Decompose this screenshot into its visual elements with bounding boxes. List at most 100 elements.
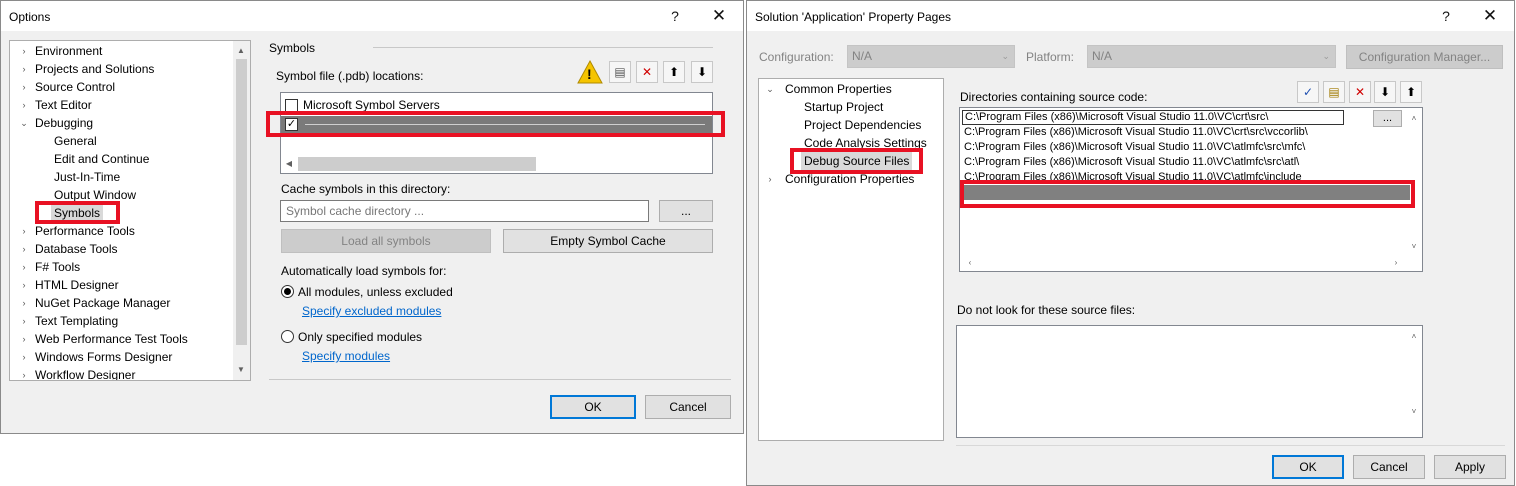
chevron-right-icon[interactable]: › <box>19 294 29 312</box>
scroll-left-icon[interactable]: ‹ <box>962 256 978 270</box>
specified-modules-label[interactable]: Only specified modules <box>298 330 422 344</box>
tree-item[interactable]: ⌄ Debugging <box>10 114 232 132</box>
platform-select[interactable]: N/A ⌄ <box>1087 45 1336 68</box>
tree-item[interactable]: › Environment <box>10 42 232 60</box>
directory-row[interactable]: C:\Program Files (x86)\Microsoft Visual … <box>964 155 1299 170</box>
directory-row[interactable]: C:\Program Files (x86)\Microsoft Visual … <box>964 140 1305 155</box>
apply-button[interactable]: Apply <box>1434 455 1506 479</box>
delete-icon[interactable]: ✕ <box>636 61 658 83</box>
tree-item[interactable]: › Database Tools <box>10 240 232 258</box>
tree-item[interactable]: › F# Tools <box>10 258 232 276</box>
help-button[interactable]: ? <box>662 6 688 26</box>
scroll-right-icon[interactable]: › <box>1388 256 1404 270</box>
tree-item[interactable]: General <box>10 132 232 150</box>
scroll-down-icon[interactable]: ˅ <box>1406 240 1422 254</box>
tree-item[interactable]: › Workflow Designer <box>10 366 232 380</box>
new-folder-icon[interactable]: ▤ <box>1323 81 1345 103</box>
chevron-right-icon[interactable]: › <box>765 170 775 188</box>
tree-item-label: F# Tools <box>35 260 81 274</box>
property-tree-item[interactable]: ⌄ Common Properties <box>759 80 943 98</box>
cancel-button[interactable]: Cancel <box>1353 455 1425 479</box>
cache-browse-button[interactable]: ... <box>659 200 713 222</box>
configuration-manager-button[interactable]: Configuration Manager... <box>1346 45 1503 69</box>
load-all-symbols-button[interactable]: Load all symbols <box>281 229 491 253</box>
tree-item-label: Web Performance Test Tools <box>35 332 188 346</box>
directory-row[interactable]: C:\Program Files (x86)\Microsoft Visual … <box>962 110 1344 125</box>
help-button[interactable]: ? <box>1433 6 1459 26</box>
chevron-right-icon[interactable] <box>19 150 29 168</box>
check-icon[interactable]: ✓ <box>1297 81 1319 103</box>
tree-item[interactable]: › Text Editor <box>10 96 232 114</box>
scroll-down-icon[interactable]: ▼ <box>233 363 249 377</box>
chevron-down-icon[interactable]: ⌄ <box>765 80 775 98</box>
tree-item[interactable]: › HTML Designer <box>10 276 232 294</box>
scroll-left-icon[interactable]: ◀ <box>281 157 297 171</box>
ok-button[interactable]: OK <box>1272 455 1344 479</box>
horizontal-scrollbar-thumb[interactable] <box>298 157 536 171</box>
chevron-right-icon[interactable] <box>19 168 29 186</box>
new-folder-icon[interactable]: ▤ <box>609 61 631 83</box>
scroll-up-icon[interactable]: ▲ <box>233 44 249 58</box>
move-down-icon[interactable]: ⬇ <box>691 61 713 83</box>
close-button[interactable]: ✕ <box>706 6 732 26</box>
chevron-right-icon[interactable]: › <box>19 240 29 258</box>
scroll-up-icon[interactable]: ˄ <box>1406 112 1422 126</box>
chevron-right-icon[interactable]: › <box>19 60 29 78</box>
tree-item[interactable]: › Windows Forms Designer <box>10 348 232 366</box>
chevron-down-icon[interactable]: ⌄ <box>19 114 29 132</box>
directory-browse-button[interactable]: ... <box>1373 110 1402 127</box>
move-up-icon[interactable]: ⬆ <box>663 61 685 83</box>
all-modules-radio[interactable] <box>281 285 294 298</box>
specified-modules-radio[interactable] <box>281 330 294 343</box>
chevron-right-icon[interactable] <box>765 134 775 152</box>
chevron-right-icon[interactable] <box>765 98 775 116</box>
chevron-right-icon[interactable]: › <box>19 42 29 60</box>
chevron-right-icon[interactable] <box>765 152 775 170</box>
specify-excluded-link[interactable]: Specify excluded modules <box>302 304 441 318</box>
tree-vertical-scrollbar[interactable]: ▲ ▼ <box>233 41 250 380</box>
chevron-right-icon[interactable]: › <box>19 312 29 330</box>
chevron-right-icon[interactable]: › <box>19 366 29 380</box>
property-tree[interactable]: ⌄ Common Properties Startup Project Project… <box>758 78 944 441</box>
cache-directory-input[interactable]: Symbol cache directory ... <box>280 200 649 222</box>
chevron-right-icon[interactable] <box>19 204 29 222</box>
props-title: Solution 'Application' Property Pages <box>755 10 952 24</box>
chevron-right-icon[interactable]: › <box>19 348 29 366</box>
tree-item[interactable]: › Source Control <box>10 78 232 96</box>
chevron-right-icon[interactable]: › <box>19 258 29 276</box>
chevron-right-icon[interactable] <box>19 186 29 204</box>
tree-item[interactable]: › Performance Tools <box>10 222 232 240</box>
chevron-right-icon[interactable]: › <box>19 96 29 114</box>
tree-item-label: Debugging <box>35 116 94 130</box>
tree-item[interactable]: › Projects and Solutions <box>10 60 232 78</box>
scroll-up-icon[interactable]: ˄ <box>1406 330 1422 344</box>
chevron-right-icon[interactable]: › <box>19 276 29 294</box>
configuration-select[interactable]: N/A ⌄ <box>847 45 1015 68</box>
chevron-right-icon[interactable] <box>19 132 29 150</box>
scrollbar-thumb[interactable] <box>236 59 247 345</box>
all-modules-label[interactable]: All modules, unless excluded <box>298 285 453 299</box>
tree-item[interactable]: Just-In-Time <box>10 168 232 186</box>
chevron-right-icon[interactable]: › <box>19 222 29 240</box>
tree-item[interactable]: Edit and Continue <box>10 150 232 168</box>
cache-label: Cache symbols in this directory: <box>281 182 451 196</box>
property-tree-item[interactable]: Startup Project <box>759 98 943 116</box>
chevron-right-icon[interactable]: › <box>19 78 29 96</box>
move-up-icon[interactable]: ⬆ <box>1400 81 1422 103</box>
cancel-button[interactable]: Cancel <box>645 395 731 419</box>
close-button[interactable]: ✕ <box>1477 6 1503 26</box>
ok-button[interactable]: OK <box>550 395 636 419</box>
tree-item[interactable]: › Text Templating <box>10 312 232 330</box>
chevron-right-icon[interactable]: › <box>19 330 29 348</box>
move-down-icon[interactable]: ⬇ <box>1374 81 1396 103</box>
tree-item[interactable]: › Web Performance Test Tools <box>10 330 232 348</box>
excluded-files-list[interactable]: ˄ ˅ <box>956 325 1423 438</box>
tree-item[interactable]: › NuGet Package Manager <box>10 294 232 312</box>
delete-icon[interactable]: ✕ <box>1349 81 1371 103</box>
chevron-right-icon[interactable] <box>765 116 775 134</box>
property-tree-item[interactable]: Project Dependencies <box>759 116 943 134</box>
specify-modules-link[interactable]: Specify modules <box>302 349 390 363</box>
directory-row[interactable]: C:\Program Files (x86)\Microsoft Visual … <box>964 125 1308 140</box>
empty-symbol-cache-button[interactable]: Empty Symbol Cache <box>503 229 713 253</box>
scroll-down-icon[interactable]: ˅ <box>1406 405 1422 419</box>
